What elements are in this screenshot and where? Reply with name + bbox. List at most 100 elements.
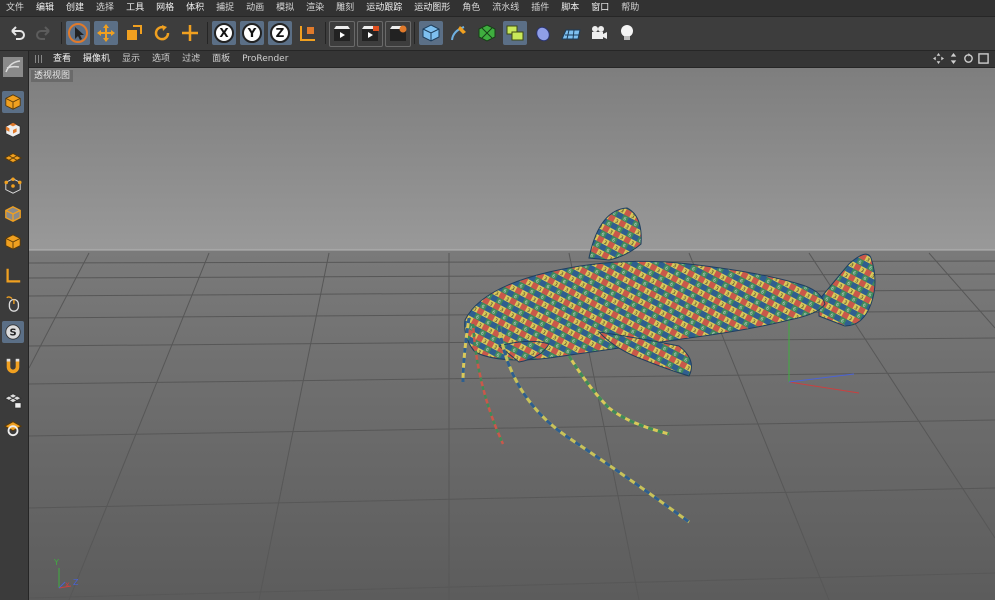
pen-spline-icon — [451, 26, 466, 41]
viewport-menu-cameras[interactable]: 摄像机 — [77, 51, 116, 67]
undo-button[interactable] — [5, 21, 29, 45]
light-button[interactable] — [615, 21, 639, 45]
menu-snap[interactable]: 捕捉 — [210, 0, 240, 16]
x-axis-letter: X — [219, 26, 229, 40]
menu-script[interactable]: 脚本 — [555, 0, 585, 16]
edges-mode-button[interactable] — [2, 203, 24, 225]
drag-handle[interactable] — [35, 55, 43, 63]
render-picture-queue-icon — [362, 26, 379, 41]
axis-mode-icon — [6, 268, 21, 283]
points-mode-icon — [4, 177, 22, 194]
polygons-mode-icon — [5, 234, 21, 250]
menu-pipeline[interactable]: 流水线 — [486, 0, 525, 16]
render-view-button[interactable] — [329, 21, 355, 47]
deformer-icon — [536, 26, 550, 42]
maximize-view-icon[interactable] — [978, 53, 989, 64]
viewport-menu-filter[interactable]: 过滤 — [176, 51, 206, 67]
light-icon — [621, 25, 633, 40]
menu-bar: 文件 编辑 创建 选择 工具 网格 体积 捕捉 动画 模拟 渲染 雕刻 运动跟踪… — [0, 0, 995, 17]
menu-simulate[interactable]: 模拟 — [270, 0, 300, 16]
redo-button[interactable] — [32, 21, 56, 45]
left-palette: S — [0, 51, 29, 600]
menu-tools[interactable]: 工具 — [120, 0, 150, 16]
viewport-menu-prorender[interactable]: ProRender — [236, 51, 294, 67]
menu-window[interactable]: 窗口 — [585, 0, 615, 16]
render-settings-icon — [390, 25, 407, 41]
pen-spline-button[interactable] — [447, 21, 471, 45]
add-button[interactable] — [178, 21, 202, 45]
y-axis-lock-button[interactable]: Y — [240, 21, 264, 45]
mouse-tweak-icon — [6, 296, 20, 312]
edit-mode-button[interactable] — [1, 55, 25, 79]
move-icon — [97, 24, 115, 42]
rotate-button[interactable] — [150, 21, 174, 45]
menu-mesh[interactable]: 网格 — [150, 0, 180, 16]
menu-plugins[interactable]: 插件 — [525, 0, 555, 16]
planar-workplane-button[interactable] — [2, 417, 24, 439]
rotate-icon — [154, 25, 170, 41]
model-mode-button[interactable] — [2, 91, 24, 113]
pan-view-icon[interactable] — [933, 53, 944, 64]
locked-workplane-icon — [4, 393, 22, 409]
solo-mode-button[interactable]: S — [2, 321, 24, 343]
cube-object-icon — [422, 24, 440, 42]
z-axis-letter: Z — [275, 26, 285, 40]
array-button[interactable] — [503, 21, 527, 45]
redo-icon — [36, 26, 50, 40]
viewport-menu-view[interactable]: 查看 — [47, 51, 77, 67]
menu-edit[interactable]: 编辑 — [30, 0, 60, 16]
menu-motion-tracker[interactable]: 运动跟踪 — [360, 0, 408, 16]
scale-button[interactable] — [122, 21, 146, 45]
live-select-icon — [68, 23, 88, 43]
menu-volume[interactable]: 体积 — [180, 0, 210, 16]
workplane-mode-button[interactable] — [2, 147, 24, 169]
floor-button[interactable] — [559, 21, 583, 45]
camera-icon — [592, 26, 607, 39]
polygons-mode-button[interactable] — [2, 231, 24, 253]
render-view-icon — [334, 26, 350, 41]
texture-mode-button[interactable] — [2, 119, 24, 141]
perspective-viewport[interactable]: 3 6 — [29, 68, 995, 600]
viewport-menu-display[interactable]: 显示 — [116, 51, 146, 67]
tweak-mode-button[interactable] — [2, 293, 24, 315]
live-select-button[interactable] — [66, 21, 90, 45]
viewport-menu-bar: 查看 摄像机 显示 选项 过滤 面板 ProRender — [29, 51, 995, 68]
viewport-menu-panel[interactable]: 面板 — [206, 51, 236, 67]
menu-create[interactable]: 创建 — [60, 0, 90, 16]
render-settings-button[interactable] — [385, 21, 411, 47]
subdivision-button[interactable] — [475, 21, 499, 45]
cube-object-button[interactable] — [419, 21, 443, 45]
workplane-icon — [4, 152, 22, 164]
texture-cube-icon — [5, 122, 21, 138]
axis-label-z: Z — [73, 578, 79, 587]
x-axis-lock-button[interactable]: X — [212, 21, 236, 45]
undo-icon — [11, 26, 25, 40]
dolly-view-icon[interactable] — [948, 53, 959, 64]
z-axis-lock-button[interactable]: Z — [268, 21, 292, 45]
render-queue-button[interactable] — [357, 21, 383, 47]
lock-workplane-button[interactable] — [2, 389, 24, 411]
menu-file[interactable]: 文件 — [0, 0, 30, 16]
edges-mode-icon — [5, 206, 21, 222]
world-coordinate-button[interactable] — [296, 21, 320, 45]
move-button[interactable] — [94, 21, 118, 45]
axis-label-x: x — [65, 580, 70, 589]
axis-mode-button[interactable] — [2, 265, 24, 287]
sculpt-brush-icon — [3, 57, 23, 77]
svg-text:S: S — [9, 328, 16, 339]
menu-sculpt[interactable]: 雕刻 — [330, 0, 360, 16]
deformer-button[interactable] — [531, 21, 555, 45]
menu-mograph[interactable]: 运动图形 — [408, 0, 456, 16]
menu-animate[interactable]: 动画 — [240, 0, 270, 16]
snap-button[interactable] — [2, 355, 24, 377]
menu-help[interactable]: 帮助 — [615, 0, 645, 16]
viewport-menu-options[interactable]: 选项 — [146, 51, 176, 67]
rotate-view-icon[interactable] — [963, 53, 974, 64]
camera-button[interactable] — [587, 21, 611, 45]
menu-select[interactable]: 选择 — [90, 0, 120, 16]
world-coord-icon — [300, 26, 315, 41]
menu-character[interactable]: 角色 — [456, 0, 486, 16]
subdivision-icon — [478, 24, 496, 42]
points-mode-button[interactable] — [2, 175, 24, 197]
menu-render[interactable]: 渲染 — [300, 0, 330, 16]
